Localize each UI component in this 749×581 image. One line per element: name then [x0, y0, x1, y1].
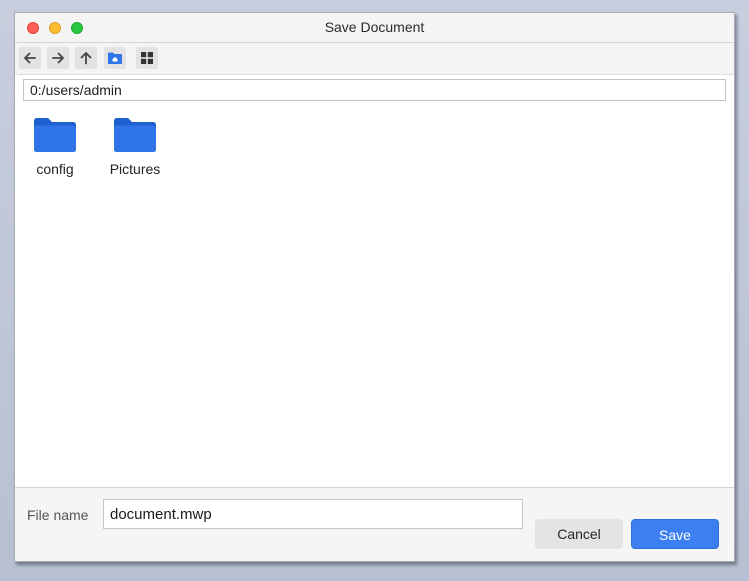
file-name-input[interactable] — [103, 499, 523, 529]
home-folder-icon — [108, 52, 122, 64]
path-field[interactable]: 0:/users/admin — [23, 79, 726, 101]
dialog-footer: File name Cancel Save — [15, 487, 734, 561]
folder-label: config — [36, 161, 74, 177]
navigation-toolbar — [15, 43, 734, 75]
home-button[interactable] — [104, 47, 126, 69]
grid-view-icon — [141, 52, 153, 64]
forward-button[interactable] — [47, 47, 69, 69]
file-name-label: File name — [27, 507, 89, 523]
save-button[interactable]: Save — [631, 519, 719, 549]
back-button[interactable] — [19, 47, 41, 69]
cancel-button[interactable]: Cancel — [535, 519, 623, 549]
window-title: Save Document — [324, 19, 425, 35]
back-arrow-icon — [24, 52, 36, 64]
folder-item-pictures[interactable]: Pictures — [95, 117, 175, 177]
file-browser-area[interactable]: config Pictures — [15, 105, 734, 489]
up-directory-button[interactable] — [75, 47, 97, 69]
folder-icon — [34, 118, 76, 152]
view-mode-button[interactable] — [136, 47, 158, 69]
folder-icon — [114, 118, 156, 152]
save-dialog-window: Save Document 0:/users/admin config Pict… — [14, 12, 735, 562]
up-arrow-icon — [80, 52, 92, 65]
folder-item-config[interactable]: config — [15, 117, 95, 177]
forward-arrow-icon — [52, 52, 64, 64]
title-bar[interactable]: Save Document — [15, 13, 734, 43]
folder-label: Pictures — [109, 161, 161, 177]
